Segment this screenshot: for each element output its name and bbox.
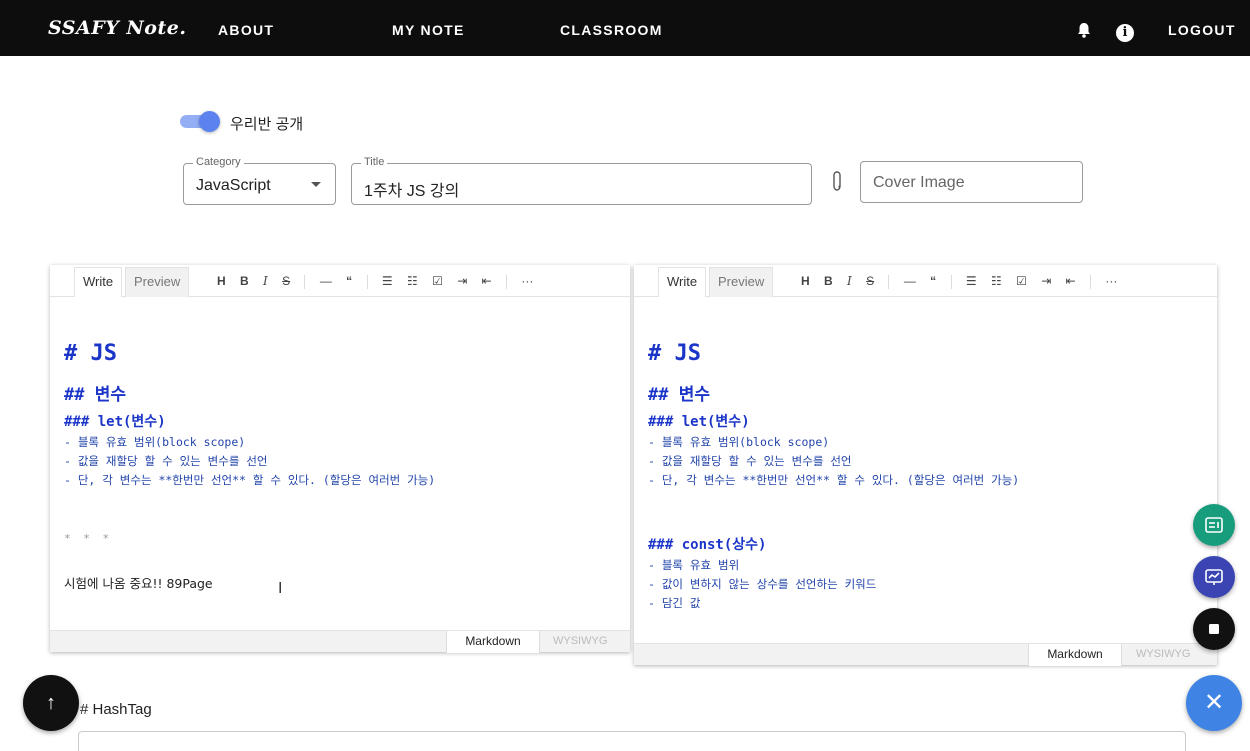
editor-mode-switch: Markdown WYSIWYG [50,630,630,653]
md-h2: ## 변수 [64,385,126,405]
bell-icon[interactable] [1076,22,1092,38]
toolbar-divider [888,274,890,289]
class-share-toggle[interactable] [180,111,220,132]
quote-button[interactable]: “ [346,274,352,288]
bullet-list-icon[interactable]: ☰ [382,274,393,288]
md-list-item: - 값이 변하지 않는 상수를 선언하는 키워드 [648,577,877,591]
toggle-thumb [199,111,220,132]
toolbar-divider [506,274,507,289]
editor-tabs: Write Preview H B I S — “ ☰ ☷ ☑ ⇥ ⇤ ··· [634,265,1217,297]
md-note: 시험에 나옴 중요!! 89Page [64,576,213,591]
markdown-mode-tab[interactable]: Markdown [1028,644,1122,666]
editor-content[interactable]: # JS ## 변수 ### let(변수) - 블록 유효 범위(block … [648,305,1207,611]
app-logo[interactable]: SSAFY Note. [48,17,186,39]
bold-button[interactable]: B [824,274,833,288]
toolbar-divider [366,274,368,289]
tab-preview[interactable]: Preview [709,267,774,297]
hashtag-label: # HashTag [80,701,152,718]
logout-button[interactable]: LOGOUT [1168,22,1236,38]
toolbar-divider [1090,274,1091,289]
hr-button[interactable]: — [904,274,916,288]
title-input[interactable]: Title 1주차 JS 강의 [351,156,812,205]
md-h3: ### let(변수) [64,414,166,430]
md-list-item: - 단, 각 변수는 **한번만 선언** 할 수 있다. (할당은 여러번 가… [64,473,436,487]
template-icon [1205,517,1223,533]
editor-mode-switch: Markdown WYSIWYG [634,643,1217,666]
outdent-icon[interactable]: ⇤ [482,274,492,288]
wysiwyg-mode-tab[interactable]: WYSIWYG [553,631,607,653]
editor-toolbar: H B I S — “ ☰ ☷ ☑ ⇥ ⇤ ··· [217,274,544,290]
hr-button[interactable]: — [320,274,332,288]
nav-about-link[interactable]: ABOUT [218,22,274,38]
markdown-editor: Write Preview H B I S — “ ☰ ☷ ☑ ⇥ ⇤ ··· … [50,265,630,653]
info-icon[interactable]: i [1116,24,1134,42]
md-list-item: - 블록 유효 범위(block scope) [64,435,246,449]
md-h1: # JS [64,341,117,366]
text-cursor-icon: I [278,580,283,597]
heading-button[interactable]: H [217,274,226,288]
md-h2: ## 변수 [648,385,710,405]
md-h1: # JS [648,341,701,366]
strike-button[interactable]: S [866,274,874,288]
toolbar-divider [304,274,306,289]
markdown-editor-preview: Write Preview H B I S — “ ☰ ☷ ☑ ⇥ ⇤ ··· … [634,265,1217,666]
close-fab-button[interactable]: ✕ [1186,675,1242,731]
wysiwyg-mode-tab[interactable]: WYSIWYG [1136,644,1190,666]
cover-image-input[interactable]: Cover Image [860,161,1083,203]
md-list-item: - 블록 유효 범위 [648,558,740,572]
nav-classroom-link[interactable]: CLASSROOM [560,22,663,38]
md-list-item: - 단, 각 변수는 **한번만 선언** 할 수 있다. (할당은 여러번 가… [648,473,1020,487]
more-button[interactable]: ··· [1105,274,1117,288]
template-fab-button[interactable] [1193,504,1235,546]
stop-icon [1209,624,1219,634]
category-select[interactable]: Category JavaScript [183,156,336,205]
bullet-list-icon[interactable]: ☰ [966,274,977,288]
tab-preview[interactable]: Preview [125,267,190,297]
italic-button[interactable]: I [263,274,268,288]
md-list-item: - 값을 재할당 할 수 있는 변수를 선언 [64,454,268,468]
ordered-list-icon[interactable]: ☷ [991,274,1002,288]
md-list-item: - 값을 재할당 할 수 있는 변수를 선언 [648,454,852,468]
indent-icon[interactable]: ⇥ [457,274,467,288]
title-value: 1주차 JS 강의 [364,183,460,200]
heading-button[interactable]: H [801,274,810,288]
ordered-list-icon[interactable]: ☷ [407,274,418,288]
toolbar-divider [950,274,952,289]
task-list-icon[interactable]: ☑ [1016,274,1027,288]
md-hr: * * * [64,532,113,545]
top-nav: SSAFY Note. ABOUT MY NOTE CLASSROOM i LO… [0,0,1250,56]
category-legend: Category [193,156,244,168]
strike-button[interactable]: S [282,274,290,288]
tab-write[interactable]: Write [74,267,123,297]
presentation-icon [1205,569,1223,585]
md-list-item: - 담긴 값 [648,596,701,610]
tab-write[interactable]: Write [658,267,707,297]
md-list-item: - 블록 유효 범위(block scope) [648,435,830,449]
more-button[interactable]: ··· [521,274,533,288]
nav-my-note-link[interactable]: MY NOTE [392,22,465,38]
markdown-mode-tab[interactable]: Markdown [446,631,540,653]
stop-fab-button[interactable] [1193,608,1235,650]
indent-icon[interactable]: ⇥ [1041,274,1051,288]
title-legend: Title [361,156,388,168]
presentation-fab-button[interactable] [1193,556,1235,598]
outdent-icon[interactable]: ⇤ [1066,274,1076,288]
italic-button[interactable]: I [847,274,852,288]
bold-button[interactable]: B [240,274,249,288]
editor-content[interactable]: # JS ## 변수 ### let(변수) - 블록 유효 범위(block … [64,305,620,592]
hashtag-input[interactable] [78,731,1186,751]
md-h3: ### const(상수) [648,537,767,553]
category-value: JavaScript [196,177,271,194]
paperclip-icon[interactable] [829,170,845,192]
quote-button[interactable]: “ [930,274,936,288]
class-share-label: 우리반 공개 [230,116,304,133]
scroll-top-button[interactable]: ↑ [23,675,79,731]
caret-down-icon [311,182,321,187]
cover-image-placeholder: Cover Image [873,174,965,191]
md-h3: ### let(변수) [648,414,750,430]
editor-tabs: Write Preview H B I S — “ ☰ ☷ ☑ ⇥ ⇤ ··· [50,265,630,297]
task-list-icon[interactable]: ☑ [432,274,443,288]
editor-toolbar: H B I S — “ ☰ ☷ ☑ ⇥ ⇤ ··· [801,274,1128,290]
